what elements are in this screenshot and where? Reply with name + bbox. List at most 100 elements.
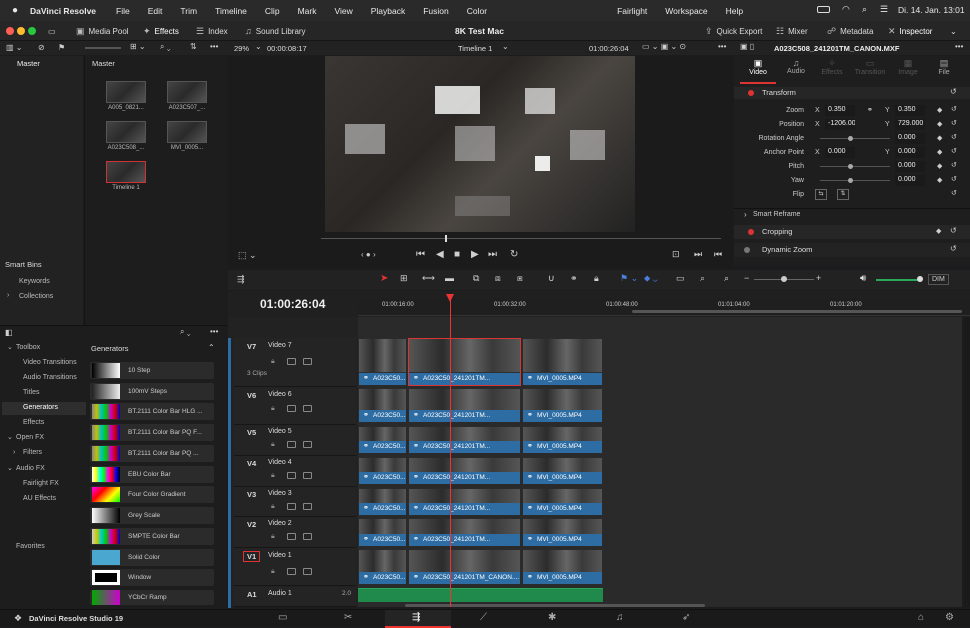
timeline-hscroll[interactable] — [632, 310, 962, 313]
collapse-icon[interactable]: ⌃ — [208, 343, 215, 352]
anchor-x-field[interactable]: 0.000 — [825, 147, 855, 158]
yaw-slider[interactable] — [820, 180, 890, 181]
smart-bin-collections[interactable]: Collections — [19, 293, 53, 300]
clip-v4-a[interactable]: A023C50... — [358, 457, 407, 485]
inspector-button[interactable]: ✕ Inspector — [888, 24, 932, 38]
snapping-icon[interactable]: ∪ — [548, 273, 555, 284]
clip-v6-a[interactable]: A023C50... — [358, 388, 407, 423]
menu-workspace[interactable]: Workspace — [665, 6, 707, 16]
speaker-icon[interactable]: 🔊︎ — [860, 273, 866, 284]
clip-thumbnail[interactable] — [106, 81, 146, 103]
menu-trim[interactable]: Trim — [180, 6, 197, 16]
inspector-tab-audio[interactable]: ♫ Audio — [778, 58, 814, 84]
auto-select-icon[interactable] — [287, 533, 296, 540]
clip-thumbnail[interactable] — [167, 81, 207, 103]
expand-collections-icon[interactable]: › — [7, 292, 9, 299]
viewer-layout-icon[interactable]: ⬚ ⌄ — [238, 250, 257, 261]
clip-v4-b[interactable]: A023C50_241201TM... — [408, 457, 521, 485]
enable-dot-icon[interactable] — [748, 229, 754, 235]
overwrite-clip-icon[interactable]: ⧈ — [495, 273, 501, 284]
menu-mark[interactable]: Mark — [298, 6, 317, 16]
generator-item[interactable]: Window — [90, 569, 214, 586]
clip-v2-a[interactable]: A023C50... — [358, 518, 407, 547]
keyframe-icon[interactable]: ◆ — [937, 134, 942, 142]
sidebar-master[interactable]: Master — [17, 59, 40, 68]
lock-icon[interactable]: 🔒︎ — [271, 533, 280, 540]
play-reverse-icon[interactable]: ◀ — [436, 249, 444, 260]
tree-video-transitions[interactable]: Video Transitions — [23, 359, 77, 366]
effects-search-icon[interactable]: ⌕ ⌄ — [180, 327, 190, 337]
disable-track-icon[interactable] — [303, 472, 312, 479]
index-button[interactable]: ☰ Index — [196, 24, 228, 38]
dim-button[interactable]: DIM — [928, 274, 949, 285]
color-page-icon[interactable]: ✱ — [548, 612, 556, 623]
clip-v2-b[interactable]: A023C50_241201TM... — [408, 518, 521, 547]
keyframe-icon[interactable]: ◆ — [937, 120, 942, 128]
fusion-page-icon[interactable]: ⟋ — [480, 612, 487, 623]
inspector-tab-file[interactable]: ▤ File — [926, 58, 962, 84]
deliver-page-icon[interactable]: ➶ — [682, 612, 690, 623]
cut-page-icon[interactable]: ✂ — [344, 612, 352, 623]
rotation-slider[interactable] — [820, 138, 890, 139]
reset-icon[interactable]: ↺ — [951, 161, 957, 169]
zoom-window-button[interactable] — [28, 27, 36, 35]
apple-icon[interactable]: ● — [12, 5, 18, 16]
viewer-image[interactable] — [325, 56, 635, 232]
metadata-button[interactable]: ☍ Metadata — [827, 24, 873, 38]
trim-tool-icon[interactable]: ⊞ — [400, 273, 408, 284]
lock-icon[interactable]: 🔒︎ — [271, 472, 280, 479]
playhead-line[interactable] — [450, 300, 451, 607]
timeline-selector-chevron-icon[interactable]: ⌄ — [502, 42, 509, 51]
tree-filters[interactable]: Filters — [23, 449, 42, 456]
zoom-full-icon[interactable]: ▭ — [676, 273, 685, 284]
tree-audio-transitions[interactable]: Audio Transitions — [23, 374, 77, 381]
link-icon[interactable]: ⚭ — [867, 106, 873, 114]
match-frame-icon[interactable]: ⊡ — [672, 249, 680, 260]
tree-open-fx[interactable]: Open FX — [16, 434, 44, 441]
reset-icon[interactable]: ↺ — [951, 147, 957, 155]
menu-edit[interactable]: Edit — [148, 6, 163, 16]
sort-icon[interactable]: ⇅ — [190, 42, 197, 51]
generator-item[interactable]: BT.2111 Color Bar HLG ... — [90, 403, 214, 420]
media-pool-button[interactable]: ▣ Media Pool — [76, 24, 129, 38]
filters-expander[interactable]: › — [13, 449, 15, 456]
generator-item[interactable]: BT.2111 Color Bar PQ F... — [90, 424, 214, 441]
auto-select-icon[interactable] — [287, 405, 296, 412]
track-header-a1[interactable]: A1 Audio 1 2.0 — [234, 587, 356, 607]
layout-icon[interactable]: ▭ — [48, 24, 56, 38]
generator-item[interactable]: YCbCr Ramp — [90, 590, 214, 605]
clip-v5-c[interactable]: MVI_0005.MP4 — [522, 426, 603, 454]
menu-help[interactable]: Help — [726, 6, 743, 16]
zoom-chevron-icon[interactable]: ⌄ — [255, 42, 262, 51]
yaw-slider-handle[interactable] — [848, 178, 853, 183]
disable-track-icon[interactable] — [303, 405, 312, 412]
inspector-tab-video[interactable]: ▣ Video — [740, 58, 776, 84]
zoom-in-icon[interactable]: + — [816, 273, 821, 283]
blade-tool-icon[interactable]: ▬ — [445, 273, 454, 283]
track-header-v3[interactable]: V3 Video 3 🔒︎ — [234, 487, 356, 517]
expand-icon[interactable]: ⌄ — [950, 24, 957, 38]
audio-clip[interactable] — [358, 588, 603, 602]
openfx-expander[interactable]: ⌄ — [7, 433, 13, 441]
clip-v1-b[interactable]: A023C50_241201TM_CANON.... — [408, 549, 521, 585]
loop-icon[interactable]: ↻ — [510, 249, 518, 260]
reset-icon[interactable]: ↺ — [951, 105, 957, 113]
clip-v1-c[interactable]: MVI_0005.MP4 — [522, 549, 603, 585]
control-center-icon[interactable]: ☰ — [880, 4, 888, 15]
reset-icon[interactable]: ↺ — [951, 133, 957, 141]
clip-v4-c[interactable]: MVI_0005.MP4 — [522, 457, 603, 485]
dynamic-zoom-section[interactable]: Dynamic Zoom ↺ — [734, 243, 970, 257]
position-lock-icon[interactable]: 🔒︎ — [594, 273, 599, 284]
clip-v7-b[interactable]: A023C50_241201TM... — [408, 338, 521, 386]
settings-gear-icon[interactable]: ⚙ — [945, 612, 954, 623]
track-header-v2[interactable]: V2 Video 2 🔒︎ — [234, 517, 356, 548]
zoom-detail-icon[interactable]: ⌕ — [700, 273, 705, 284]
pitch-slider[interactable] — [820, 166, 890, 167]
panel-toggle-icon[interactable]: ◧ — [5, 328, 13, 337]
menu-app[interactable]: DaVinci Resolve — [30, 6, 96, 16]
smart-bin-keywords[interactable]: Keywords — [19, 278, 50, 285]
panel-layout-icon[interactable]: ▥ ⌄ — [6, 43, 22, 52]
zoom-slider-handle[interactable] — [781, 276, 787, 282]
position-x-field[interactable]: -1206.000 — [825, 119, 855, 130]
disable-track-icon[interactable] — [303, 358, 312, 365]
